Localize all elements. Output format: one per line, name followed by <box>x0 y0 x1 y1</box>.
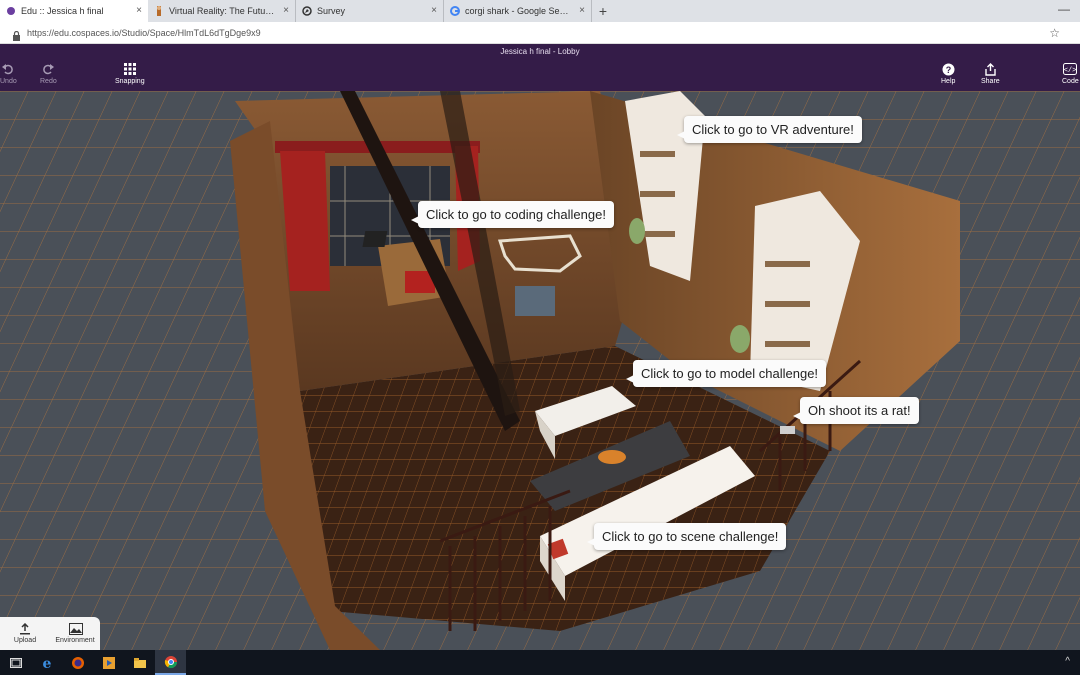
tab-cospaces[interactable]: Edu :: Jessica h final × <box>0 0 148 22</box>
vase <box>629 218 645 244</box>
tab-virtual-reality[interactable]: Virtual Reality: The Future is Now × <box>148 0 296 22</box>
upload-label: Upload <box>13 637 37 644</box>
snapping-button[interactable]: Snapping <box>115 62 145 85</box>
redo-label: Redo <box>40 78 57 85</box>
close-icon[interactable]: × <box>136 5 142 16</box>
help-label: Help <box>941 78 956 85</box>
person-icon <box>154 6 164 16</box>
svg-text:</>: </> <box>1064 67 1077 75</box>
snapping-label: Snapping <box>115 78 145 85</box>
close-icon[interactable]: × <box>579 5 585 16</box>
media-player-icon[interactable] <box>93 650 124 675</box>
cospaces-icon <box>6 6 16 16</box>
minimize-button[interactable]: — <box>1058 2 1070 16</box>
library-panel: Upload Environment <box>0 617 100 650</box>
scene-canvas[interactable] <box>0 91 1080 650</box>
lock-icon <box>12 28 21 41</box>
tab-label: corgi shark - Google Search <box>465 6 571 16</box>
environment-label: Environment <box>55 637 95 644</box>
tab-google-search[interactable]: corgi shark - Google Search × <box>444 0 592 22</box>
rat[interactable] <box>780 426 795 434</box>
code-icon: </> <box>1063 62 1078 76</box>
svg-text:e: e <box>42 656 51 670</box>
taskbar: e ^ <box>0 650 1080 675</box>
boxes <box>515 286 555 316</box>
chrome-icon[interactable] <box>155 650 186 675</box>
new-tab-button[interactable]: + <box>592 0 614 22</box>
landscape-icon <box>69 623 83 635</box>
close-icon[interactable]: × <box>431 5 437 16</box>
tray-chevron-icon[interactable]: ^ <box>1065 656 1070 667</box>
environment-button[interactable]: Environment <box>50 617 100 650</box>
share-label: Share <box>981 78 1000 85</box>
compass-icon <box>302 6 312 16</box>
bookmark-star-icon[interactable]: ☆ <box>1049 26 1060 40</box>
tab-survey[interactable]: Survey × <box>296 0 444 22</box>
upload-button[interactable]: Upload <box>0 617 50 650</box>
bubble-model-challenge[interactable]: Click to go to model challenge! <box>625 360 827 387</box>
undo-label: Undo <box>0 78 17 85</box>
bubble-rat[interactable]: Oh shoot its a rat! <box>793 397 919 424</box>
task-view-icon[interactable] <box>0 650 31 675</box>
laptop <box>362 231 388 247</box>
google-icon <box>450 6 460 16</box>
cat <box>598 450 626 464</box>
browser-tabstrip: Edu :: Jessica h final × Virtual Reality… <box>0 0 1080 22</box>
space-title: Jessica h final - Lobby <box>500 47 580 56</box>
tab-label: Virtual Reality: The Future is Now <box>169 6 275 16</box>
share-button[interactable]: Share <box>981 62 1000 85</box>
svg-text:?: ? <box>945 65 951 75</box>
redo-icon <box>41 62 55 76</box>
grid-icon <box>123 62 137 76</box>
vase-2 <box>730 325 750 353</box>
undo-button[interactable]: Undo <box>0 62 17 85</box>
redo-button[interactable]: Redo <box>40 62 57 85</box>
close-icon[interactable]: × <box>283 5 289 16</box>
code-button[interactable]: </> Code <box>1062 62 1079 85</box>
file-explorer-icon[interactable] <box>124 650 155 675</box>
tab-label: Edu :: Jessica h final <box>21 6 104 16</box>
firefox-icon[interactable] <box>62 650 93 675</box>
app-header: Jessica h final - Lobby Undo Redo Snappi… <box>0 44 1080 91</box>
code-label: Code <box>1062 78 1079 85</box>
address-bar[interactable]: https://edu.cospaces.io/Studio/Space/Hlm… <box>0 22 1080 44</box>
help-icon: ? <box>941 62 955 76</box>
upload-icon <box>19 622 31 635</box>
bubble-scene-challenge[interactable]: Click to go to scene challenge! <box>586 523 787 550</box>
undo-icon <box>1 62 15 76</box>
edge-icon[interactable]: e <box>31 650 62 675</box>
scene-viewport[interactable]: Click to go to VR adventure! Click to go… <box>0 91 1080 650</box>
tab-label: Survey <box>317 6 346 16</box>
help-button[interactable]: ? Help <box>941 62 955 85</box>
bubble-coding-challenge[interactable]: Click to go to coding challenge! <box>411 201 614 228</box>
share-icon <box>983 62 997 76</box>
url-text[interactable]: https://edu.cospaces.io/Studio/Space/Hlm… <box>27 28 261 38</box>
bubble-vr-adventure[interactable]: Click to go to VR adventure! <box>677 116 862 143</box>
